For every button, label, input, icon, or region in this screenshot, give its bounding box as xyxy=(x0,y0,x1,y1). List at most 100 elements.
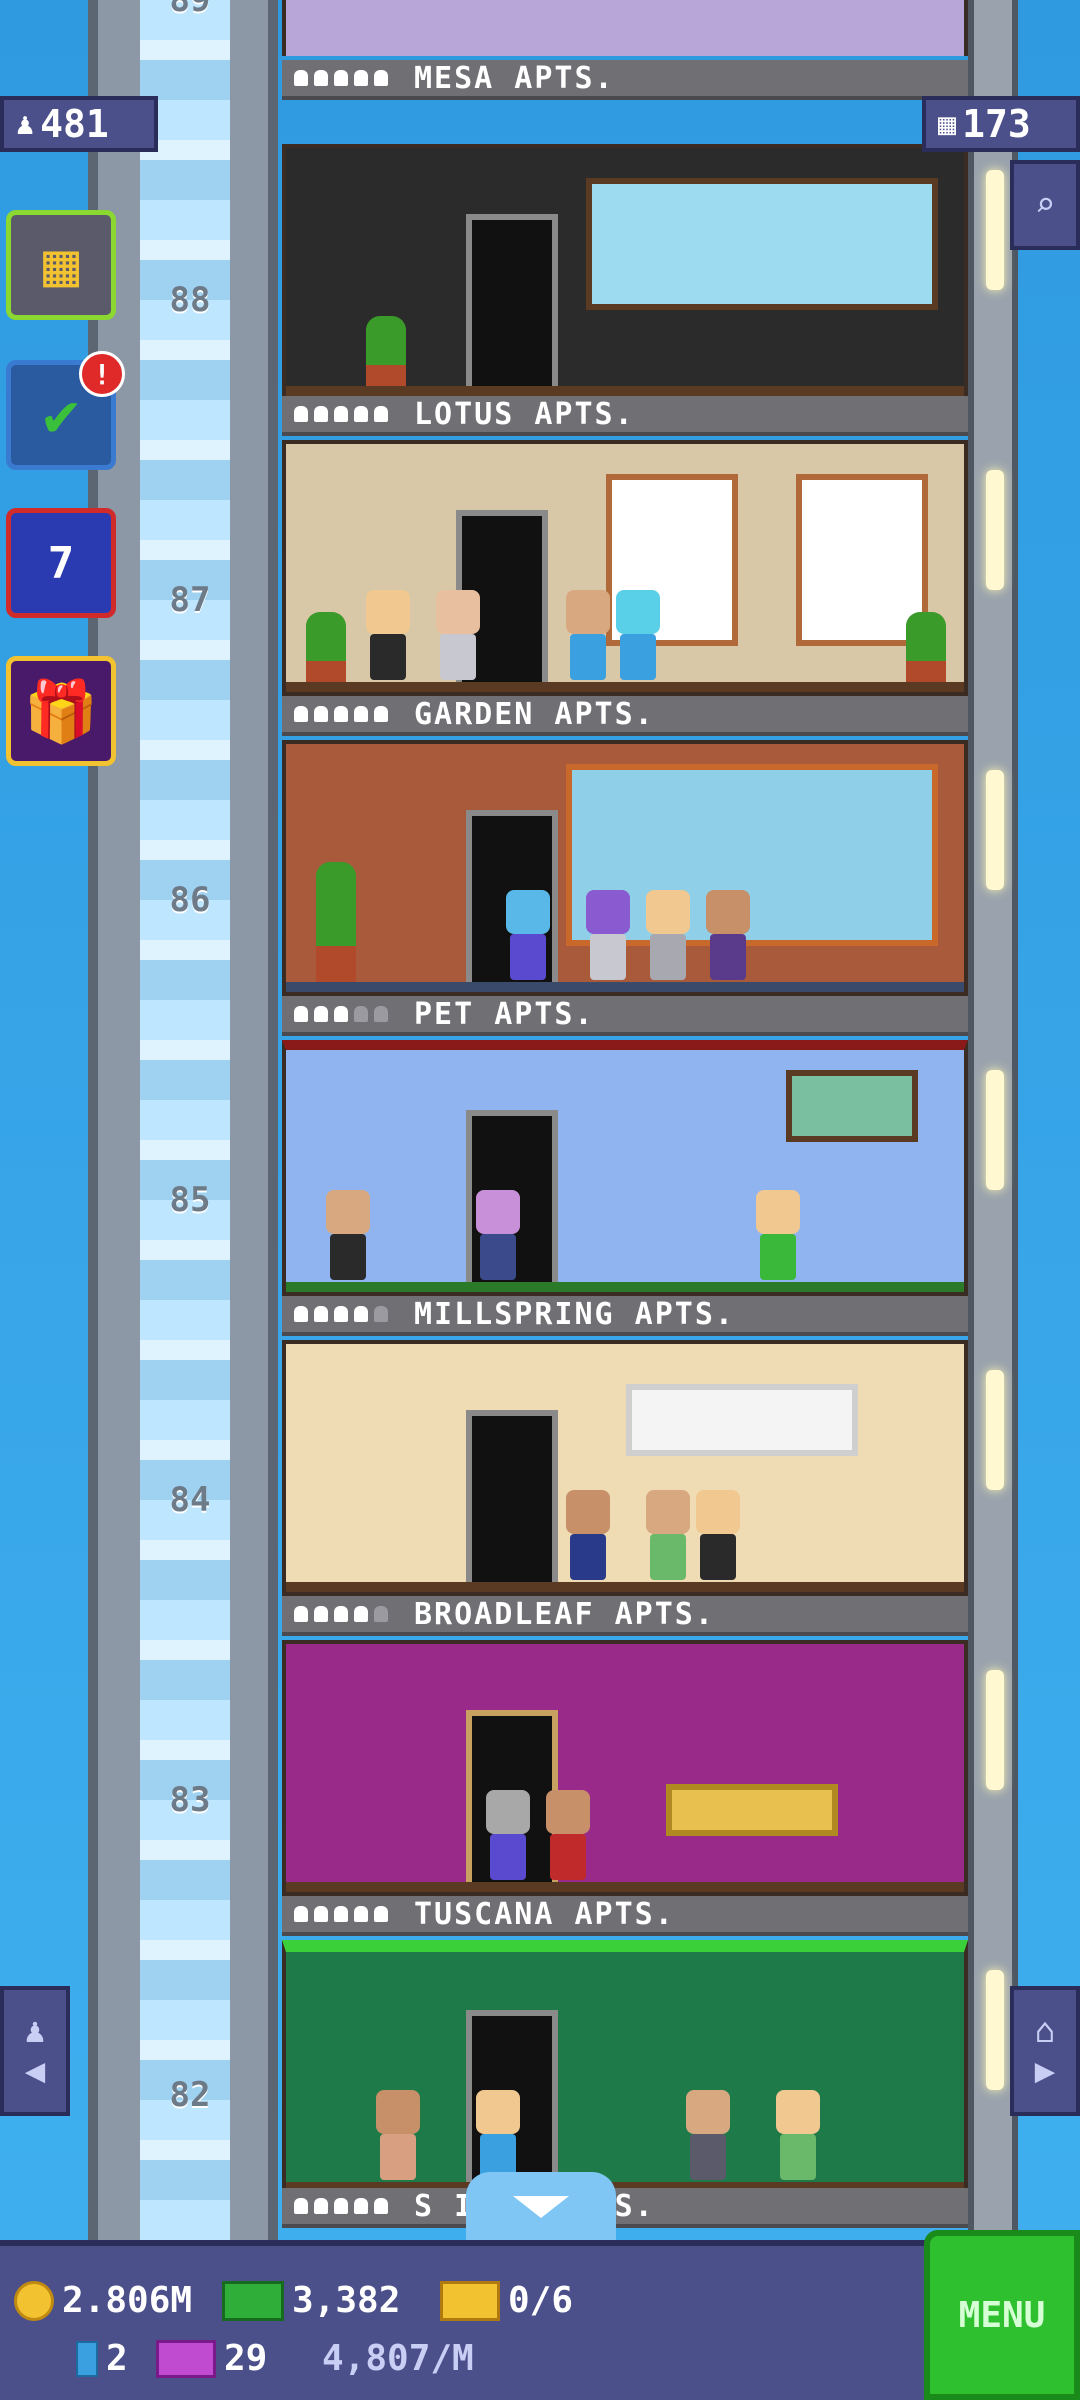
ticket-icon xyxy=(440,2280,500,2321)
coins-stat[interactable]: 2.806M xyxy=(14,2280,192,2321)
shaft-floor-label: 83 xyxy=(169,1780,211,1820)
tenant[interactable] xyxy=(566,590,610,680)
floor-room-85[interactable] xyxy=(282,1040,968,1296)
build-floor-button[interactable]: ▦ xyxy=(6,210,116,320)
tenant[interactable] xyxy=(586,890,630,980)
sofa xyxy=(666,1784,838,1836)
tickets-value: 0/6 xyxy=(508,2280,574,2321)
tenant[interactable] xyxy=(476,2090,520,2180)
floor-room xyxy=(282,1340,968,1596)
floor-room-83[interactable] xyxy=(282,1640,968,1896)
elevator-nav-button[interactable]: ♟ ◀ xyxy=(0,1986,70,2116)
bux-stat[interactable]: 3,382 xyxy=(222,2280,400,2321)
floor-count-badge[interactable]: ▦ 173 xyxy=(922,96,1080,152)
tenant[interactable] xyxy=(476,1190,520,1280)
income-stat[interactable]: 4,807/M xyxy=(322,2338,474,2379)
tenant[interactable] xyxy=(616,590,660,680)
floor-sign-broadleaf[interactable]: BROADLEAF APTS. xyxy=(282,1596,968,1640)
chevron-down-icon xyxy=(513,2196,569,2218)
tenant[interactable] xyxy=(506,890,550,980)
elevator-glass xyxy=(140,0,230,2240)
search-button[interactable]: ⌕ xyxy=(1010,160,1080,250)
star-rating xyxy=(294,406,388,422)
star-rating xyxy=(294,1306,388,1322)
floor-sign: S IELD APTS. xyxy=(282,2188,968,2228)
room-door xyxy=(466,214,558,390)
building-icon: ▦ xyxy=(938,106,957,142)
room-door xyxy=(466,1410,558,1586)
shaft-floor-label: 87 xyxy=(169,580,211,620)
floor-sign-shield[interactable]: S IELD APTS. xyxy=(282,2188,968,2232)
floor-sign-lotus[interactable]: LOTUS APTS. xyxy=(282,396,968,440)
coins-value: 2.806M xyxy=(62,2280,193,2321)
calendar-button[interactable]: 7 xyxy=(6,508,116,618)
tenant[interactable] xyxy=(486,1790,530,1880)
floor-board xyxy=(286,1582,964,1592)
pillar-light xyxy=(986,1370,1004,1490)
bux-value: 3,382 xyxy=(292,2280,401,2321)
floor-room-82[interactable] xyxy=(282,1940,968,2196)
plant xyxy=(316,862,356,982)
elevator-icon xyxy=(76,2340,98,2377)
floor-mesa[interactable]: MESA APTS. xyxy=(282,0,968,100)
floor-room-86[interactable] xyxy=(282,740,968,996)
tenant[interactable] xyxy=(696,1490,740,1580)
floor-room-84[interactable] xyxy=(282,1340,968,1596)
pillar-light xyxy=(986,170,1004,290)
floor-sign: BROADLEAF APTS. xyxy=(282,1596,968,1636)
floor-sign-pet[interactable]: PET APTS. xyxy=(282,996,968,1040)
tenant[interactable] xyxy=(436,590,480,680)
elevator-person-icon: ♟ xyxy=(24,2011,46,2051)
floor-sign: LOTUS APTS. xyxy=(282,396,968,436)
window xyxy=(586,178,938,310)
floor-room xyxy=(282,1940,968,2196)
tenant[interactable] xyxy=(706,890,750,980)
tenant[interactable] xyxy=(366,590,410,680)
tenant[interactable] xyxy=(566,1490,610,1580)
gift-button[interactable]: 🎁 xyxy=(6,656,116,766)
population-badge[interactable]: ♟ 481 xyxy=(0,96,158,152)
elevator-value: 2 xyxy=(106,2338,128,2379)
bux-icon xyxy=(222,2280,284,2321)
vip-stat[interactable]: 29 xyxy=(156,2338,267,2379)
checklist-icon: ✔ xyxy=(42,380,80,450)
cabinet xyxy=(626,1384,858,1456)
aquarium xyxy=(786,1070,918,1142)
lobby-nav-button[interactable]: ⌂ ▶ xyxy=(1010,1986,1080,2116)
tenant[interactable] xyxy=(326,1190,370,1280)
home-icon: ⌂ xyxy=(1034,2011,1056,2051)
tenant[interactable] xyxy=(546,1790,590,1880)
building-grid-icon: ▦ xyxy=(42,230,80,300)
income-value: 4,807/M xyxy=(322,2338,474,2379)
floor-room-88[interactable] xyxy=(282,144,968,400)
floor-name: PET APTS. xyxy=(414,996,595,1032)
floor-room-87[interactable] xyxy=(282,440,968,696)
elevator-stat[interactable]: 2 xyxy=(76,2338,128,2379)
floor-sign-garden[interactable]: GARDEN APTS. xyxy=(282,696,968,740)
floor-sign: MILLSPRING APTS. xyxy=(282,1296,968,1336)
floor-sign: TUSCANA APTS. xyxy=(282,1896,968,1936)
tickets-stat[interactable]: 0/6 xyxy=(440,2280,573,2321)
floor-room xyxy=(282,740,968,996)
floor-board xyxy=(286,1282,964,1292)
menu-button[interactable]: MENU xyxy=(924,2230,1080,2400)
vip-value: 29 xyxy=(224,2338,268,2379)
pillar-light xyxy=(986,1970,1004,2090)
tenant[interactable] xyxy=(376,2090,420,2180)
floor-sign-tuscana[interactable]: TUSCANA APTS. xyxy=(282,1896,968,1940)
scroll-down-button[interactable] xyxy=(466,2172,616,2242)
tenant[interactable] xyxy=(756,1190,800,1280)
tenant[interactable] xyxy=(776,2090,820,2180)
floor-name: TUSCANA APTS. xyxy=(414,1896,675,1932)
population-count: 481 xyxy=(40,102,109,146)
tenant[interactable] xyxy=(646,890,690,980)
coin-icon xyxy=(14,2280,54,2321)
tenant[interactable] xyxy=(646,1490,690,1580)
tenant[interactable] xyxy=(686,2090,730,2180)
missions-button[interactable]: ✔ ! xyxy=(6,351,125,470)
floor-sign-millspring[interactable]: MILLSPRING APTS. xyxy=(282,1296,968,1340)
floor-room xyxy=(282,440,968,696)
calendar-icon: 7 xyxy=(47,537,75,589)
floor-board xyxy=(286,982,964,992)
arrow-right-icon: ▶ xyxy=(1034,2051,1056,2091)
